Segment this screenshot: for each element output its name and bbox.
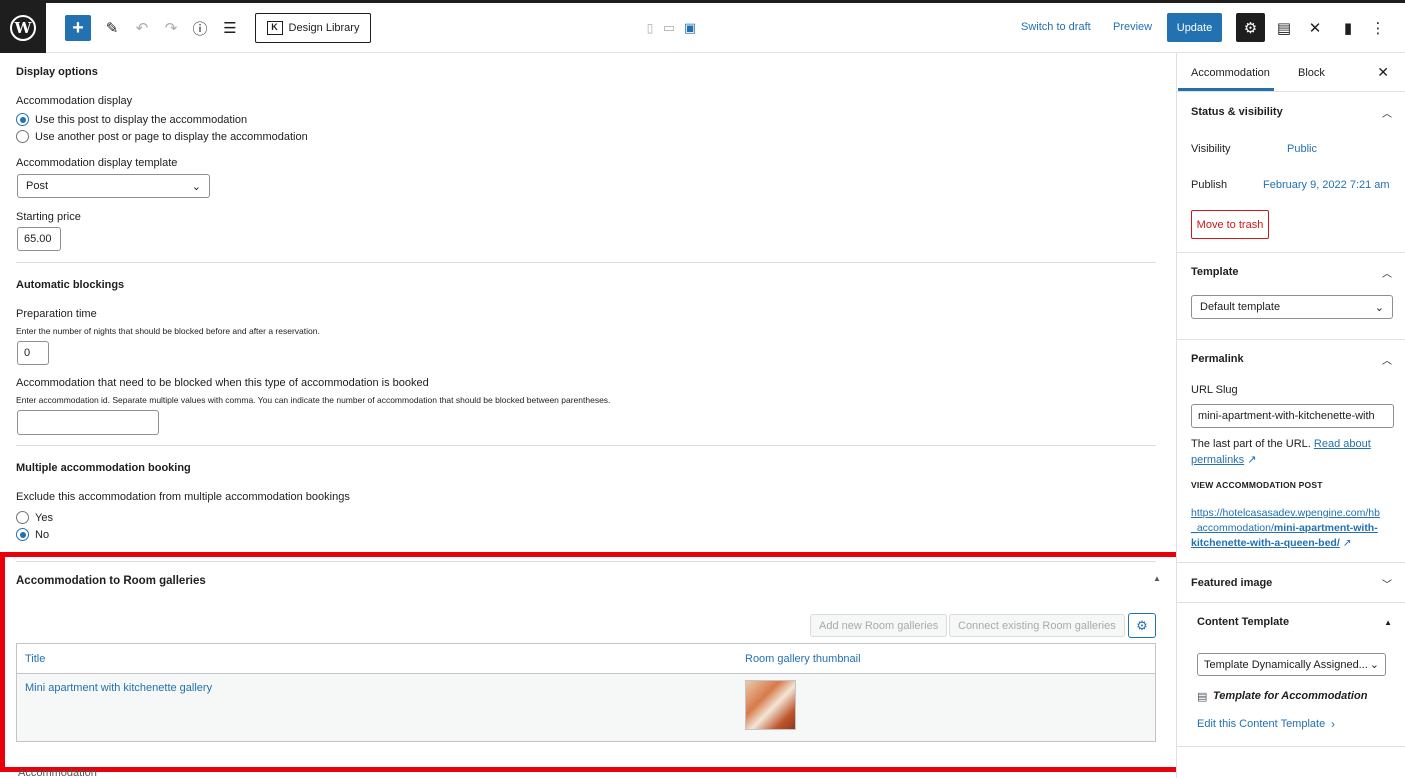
kadence-icon: K	[266, 21, 283, 35]
external-link-icon: ↗	[1342, 537, 1352, 549]
more-options-icon[interactable]: ⋮	[1366, 13, 1390, 43]
read-about-link[interactable]: Read about	[1314, 438, 1371, 450]
content-template-panel-toggle[interactable]: Content Template ▲	[1177, 602, 1405, 642]
permalink-help: The last part of the URL. Read about per…	[1191, 438, 1371, 466]
preparation-time-label: Preparation time	[16, 308, 97, 320]
chevron-down-icon: ⌄	[1369, 659, 1379, 671]
tab-accommodation[interactable]: Accommodation	[1191, 67, 1270, 79]
exclude-label: Exclude this accommodation from multiple…	[16, 491, 350, 503]
radio-unselected[interactable]	[16, 130, 29, 143]
chevron-down-icon: ⌄	[191, 180, 201, 193]
permalinks-link[interactable]: permalinks	[1191, 454, 1244, 466]
sidebar-tabs: Accommodation Block ✕	[1177, 53, 1405, 92]
close-icon[interactable]: ✕	[1377, 64, 1389, 81]
chevron-down-icon: ⌄	[1374, 301, 1384, 314]
visibility-label: Visibility	[1191, 143, 1231, 155]
view-post-label: VIEW ACCOMMODATION POST	[1191, 480, 1323, 490]
wordpress-logo[interactable]: W	[0, 3, 46, 53]
radio-use-this-post[interactable]: Use this post to display the accommodati…	[16, 113, 247, 126]
template-panel-toggle[interactable]: Template ︿	[1177, 252, 1405, 292]
tools-icon[interactable]: ✕	[1303, 13, 1327, 43]
accommodation-display-label: Accommodation display	[16, 95, 133, 107]
layout-icon[interactable]: ▤	[1272, 13, 1296, 43]
content-template-select[interactable]: Template Dynamically Assigned... ⌄	[1197, 653, 1386, 676]
blocked-accommodation-input[interactable]	[17, 410, 159, 435]
publish-label: Publish	[1191, 179, 1228, 191]
display-options-title: Display options	[16, 66, 98, 78]
blocked-accommodation-desc: Enter accommodation id. Separate multipl…	[16, 395, 611, 405]
edit-content-template-link[interactable]: Edit this Content Template	[1197, 718, 1325, 730]
starting-price-input[interactable]: 65.00	[17, 227, 61, 251]
settings-sidebar: Accommodation Block ✕ Status & visibilit…	[1176, 53, 1405, 778]
edit-pencil-icon[interactable]: ✎	[100, 13, 124, 43]
switch-to-draft-link[interactable]: Switch to draft	[1021, 21, 1091, 33]
info-icon[interactable]: ⓘ	[188, 13, 212, 43]
display-template-select[interactable]: Post ⌄	[17, 174, 210, 198]
radio-selected[interactable]	[16, 113, 29, 126]
preparation-time-desc: Enter the number of nights that should b…	[16, 326, 320, 336]
active-tab-indicator	[1178, 88, 1274, 91]
automatic-blockings-title: Automatic blockings	[16, 279, 125, 291]
design-library-label: Design Library	[288, 22, 360, 34]
wordpress-icon: W	[10, 15, 36, 41]
featured-image-panel-toggle[interactable]: Featured image ﹀	[1177, 563, 1405, 603]
preview-link[interactable]: Preview	[1113, 21, 1152, 33]
main-content: Display options Accommodation display Us…	[0, 53, 1176, 778]
list-view-icon[interactable]: ☰	[218, 13, 242, 43]
chevron-up-icon: ︿	[1382, 108, 1392, 120]
chevron-down-icon: ﹀	[1382, 579, 1392, 591]
chevron-up-icon: ︿	[1382, 355, 1392, 367]
template-select[interactable]: Default template ⌄	[1191, 295, 1393, 319]
multiple-booking-title: Multiple accommodation booking	[16, 462, 191, 474]
mobile-preview-icon[interactable]: ▯	[642, 13, 658, 43]
external-link-icon: ↗	[1247, 454, 1257, 466]
display-template-label: Accommodation display template	[16, 157, 178, 169]
divider	[16, 262, 1156, 263]
visibility-value-link[interactable]: Public	[1287, 143, 1317, 155]
chevron-up-icon: ︿	[1382, 268, 1392, 280]
redo-icon[interactable]: ↷	[159, 13, 183, 43]
content-template-name: Template for Accommodation	[1213, 690, 1368, 702]
status-visibility-panel-toggle[interactable]: Status & visibility ︿	[1177, 92, 1405, 132]
view-post-url-link[interactable]: https://hotelcasasadev.wpengine.com/hb _…	[1191, 506, 1401, 551]
radio-exclude-yes[interactable]: Yes	[16, 511, 53, 524]
radio-selected[interactable]	[16, 528, 29, 541]
design-library-button[interactable]: K Design Library	[255, 13, 371, 43]
divider	[16, 445, 1156, 446]
undo-icon[interactable]: ↶	[130, 13, 154, 43]
preparation-time-input[interactable]: 0	[17, 341, 49, 365]
update-button[interactable]: Update	[1167, 13, 1222, 42]
radio-unselected[interactable]	[16, 511, 29, 524]
add-block-button[interactable]: +	[65, 15, 91, 41]
url-slug-label: URL Slug	[1191, 384, 1238, 396]
tab-block[interactable]: Block	[1298, 67, 1325, 79]
highlight-box	[0, 552, 1176, 772]
plugin-icon[interactable]: ▮	[1336, 13, 1360, 43]
move-to-trash-button[interactable]: Move to trash	[1191, 210, 1269, 239]
permalink-panel-toggle[interactable]: Permalink ︿	[1177, 339, 1405, 379]
chevron-right-icon: ›	[1331, 717, 1335, 731]
editor-header: W + ✎ ↶ ↷ ⓘ ☰ K Design Library ▯ ▭ ▣ Swi…	[0, 3, 1405, 53]
settings-gear-icon[interactable]: ⚙	[1236, 13, 1265, 42]
radio-exclude-no[interactable]: No	[16, 528, 49, 541]
url-slug-input[interactable]: mini-apartment-with-kitchenette-with	[1191, 404, 1394, 428]
divider	[1177, 746, 1405, 747]
collapse-triangle-icon: ▲	[1384, 617, 1392, 627]
clipboard-icon: ▤	[1197, 691, 1208, 703]
next-section-title: Accommodation	[18, 767, 97, 778]
tablet-preview-icon[interactable]: ▭	[660, 13, 678, 43]
radio-use-another-post[interactable]: Use another post or page to display the …	[16, 130, 308, 143]
publish-date-link[interactable]: February 9, 2022 7:21 am	[1263, 179, 1390, 191]
desktop-preview-icon[interactable]: ▣	[680, 13, 700, 43]
blocked-accommodation-label: Accommodation that need to be blocked wh…	[16, 377, 429, 389]
starting-price-label: Starting price	[16, 211, 81, 223]
